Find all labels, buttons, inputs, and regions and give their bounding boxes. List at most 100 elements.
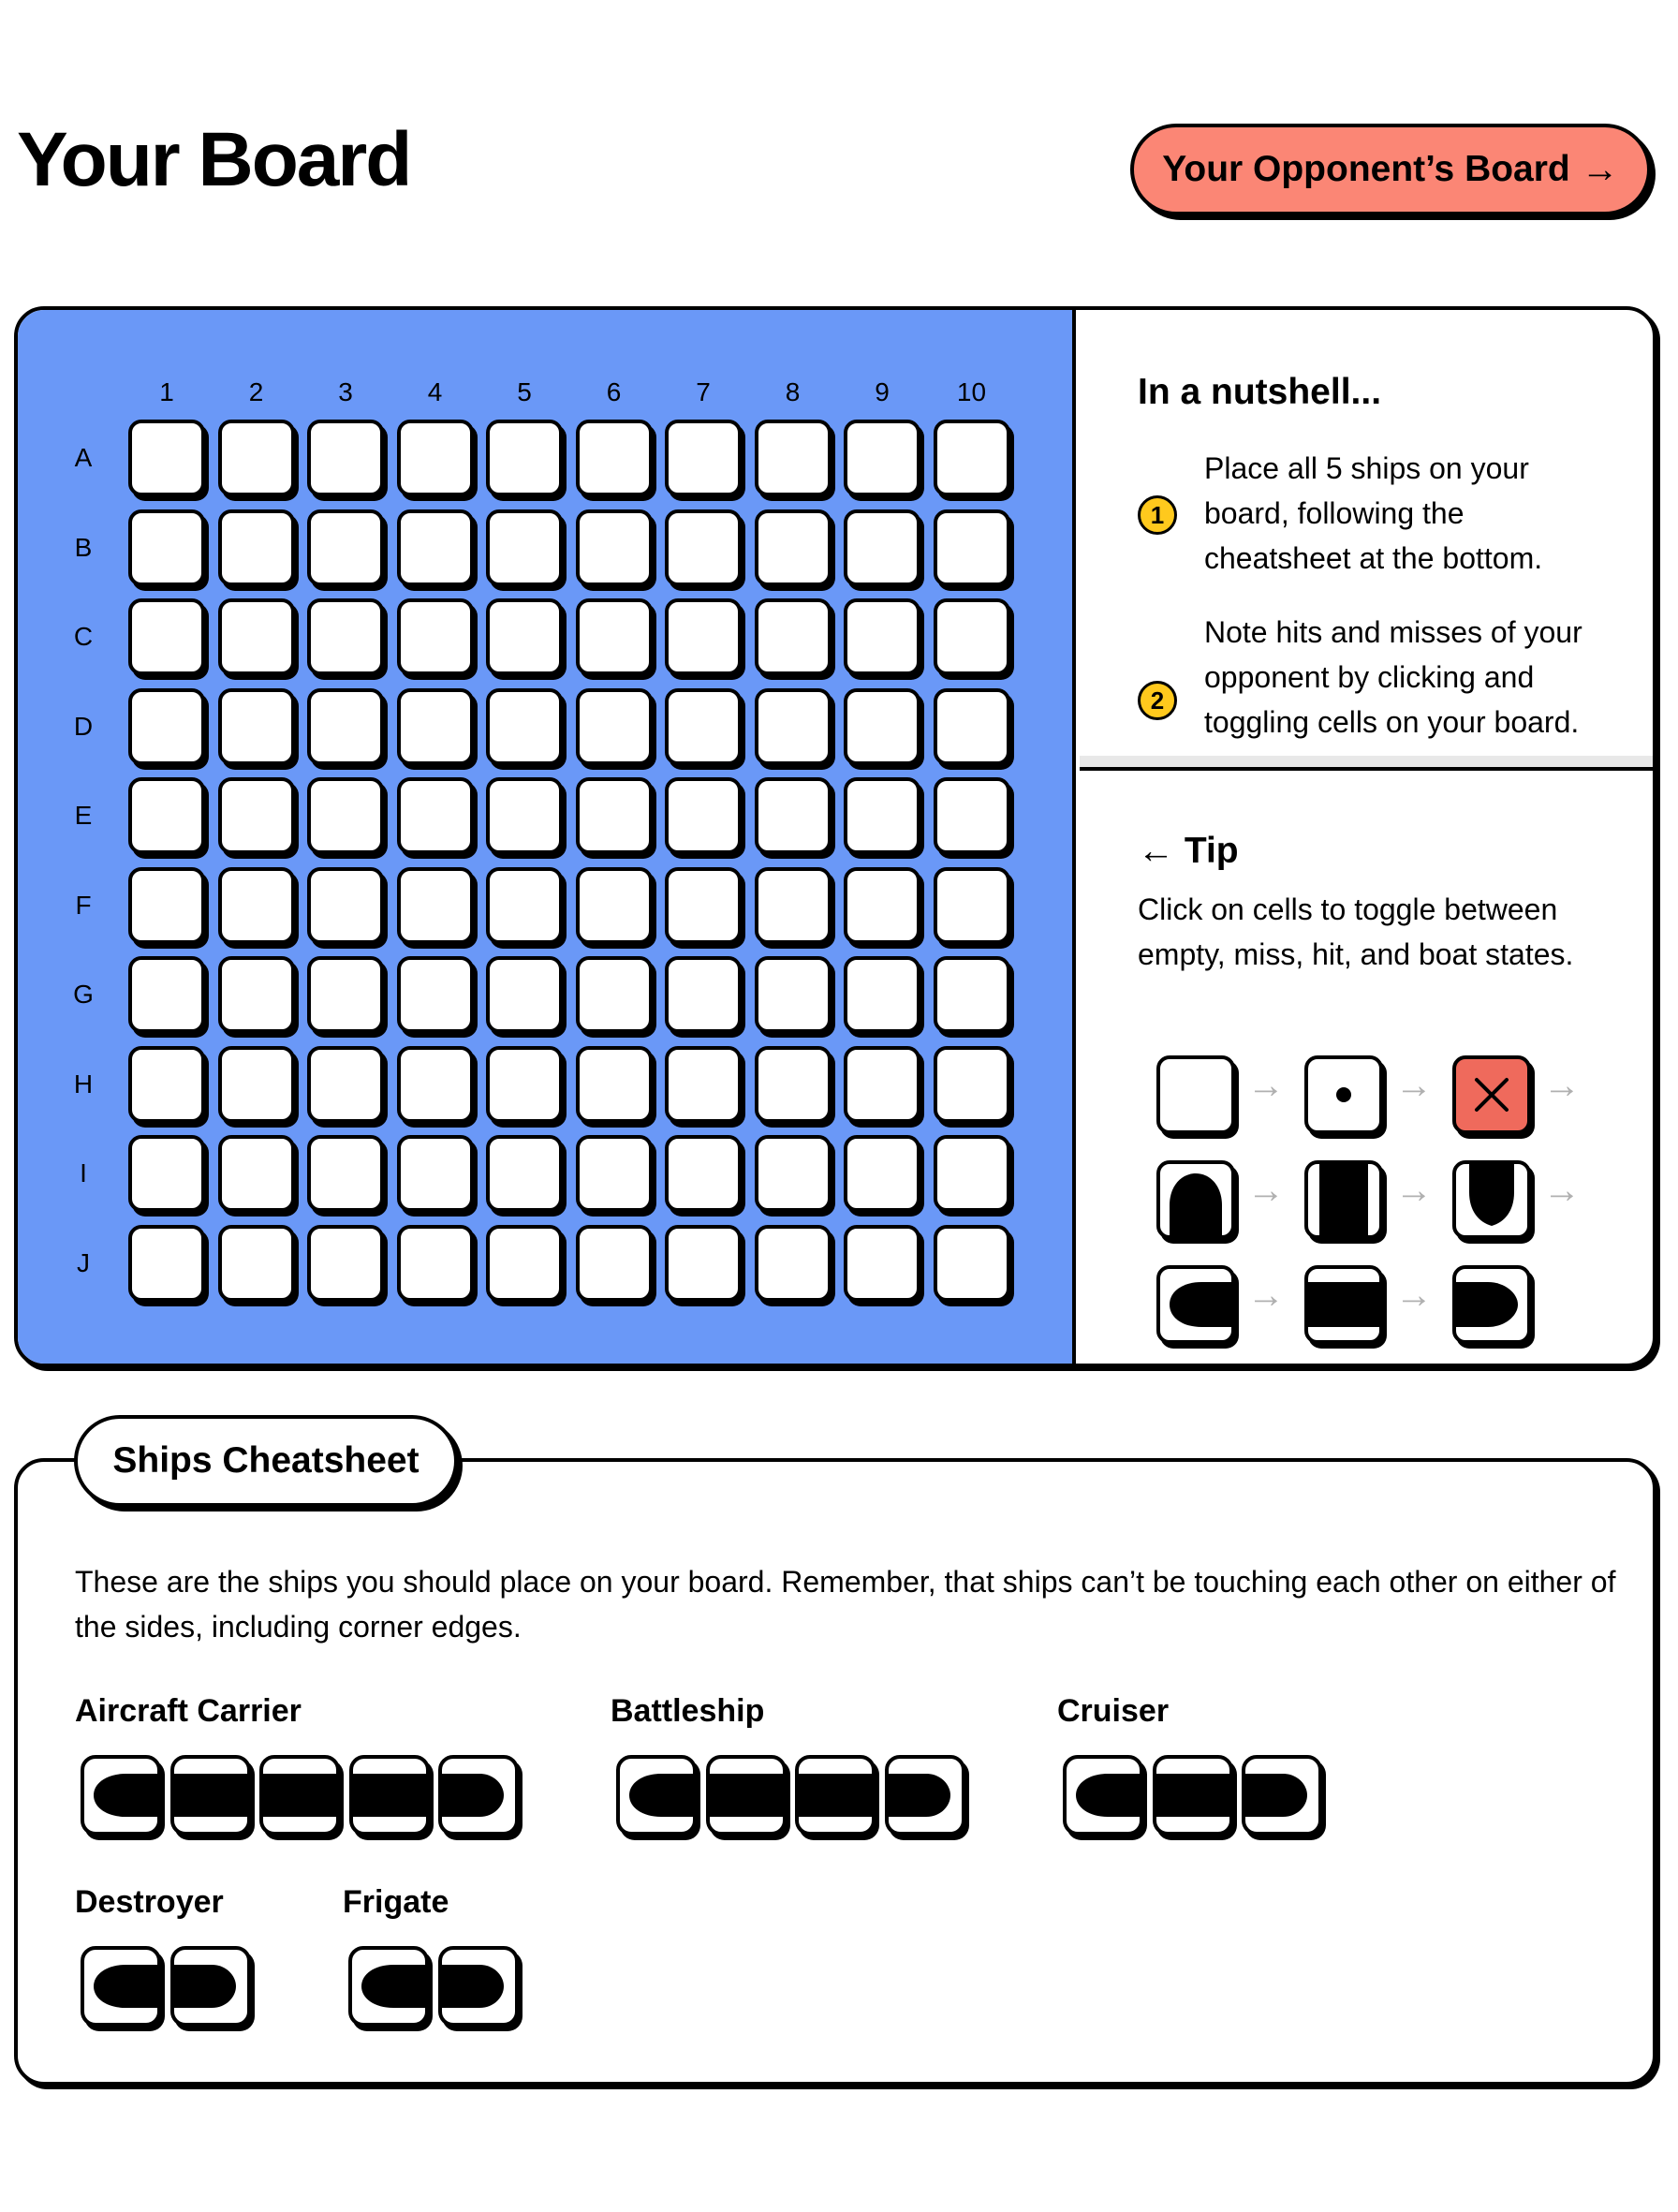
board-cell-b4[interactable] [396, 509, 474, 586]
board-cell-d7[interactable] [665, 687, 742, 765]
board-cell-a8[interactable] [754, 420, 832, 496]
board-cell-a5[interactable] [486, 420, 563, 496]
board-cell-j4[interactable] [396, 1224, 474, 1302]
board-cell-c3[interactable] [307, 598, 384, 675]
board-cell-d10[interactable] [933, 687, 1010, 765]
board-cell-j3[interactable] [307, 1224, 384, 1302]
board-cell-f7[interactable] [665, 866, 742, 944]
board-cell-h2[interactable] [217, 1045, 295, 1123]
board-cell-j9[interactable] [844, 1224, 920, 1302]
board-cell-h3[interactable] [307, 1045, 384, 1123]
board-cell-g4[interactable] [396, 956, 474, 1033]
board-cell-c10[interactable] [933, 598, 1010, 675]
board-cell-h5[interactable] [486, 1045, 563, 1123]
board-cell-h8[interactable] [754, 1045, 832, 1123]
opponent-board-button[interactable]: Your Opponent’s Board → [1130, 124, 1651, 215]
instructions-panel[interactable]: In a nutshell... 1 Place all 5 ships on … [1080, 310, 1653, 771]
board-cell-i8[interactable] [754, 1135, 832, 1212]
board-cell-f6[interactable] [575, 866, 653, 944]
board-cell-j10[interactable] [933, 1224, 1010, 1302]
board-cell-h6[interactable] [575, 1045, 653, 1123]
board-cell-b1[interactable] [128, 509, 205, 586]
board-cell-i10[interactable] [933, 1135, 1010, 1212]
board-cell-i2[interactable] [217, 1135, 295, 1212]
board-cell-g10[interactable] [933, 956, 1010, 1033]
board-cell-g1[interactable] [128, 956, 205, 1033]
board-cell-b6[interactable] [575, 509, 653, 586]
board-cell-c5[interactable] [486, 598, 563, 675]
board-cell-f4[interactable] [396, 866, 474, 944]
board-cell-a1[interactable] [128, 420, 205, 496]
board-cell-j2[interactable] [217, 1224, 295, 1302]
board-cell-j7[interactable] [665, 1224, 742, 1302]
board-cell-j5[interactable] [486, 1224, 563, 1302]
board-cell-d9[interactable] [844, 687, 920, 765]
board-cell-d5[interactable] [486, 687, 563, 765]
board-cell-b7[interactable] [665, 509, 742, 586]
board-cell-f2[interactable] [217, 866, 295, 944]
board-cell-f8[interactable] [754, 866, 832, 944]
board-cell-b10[interactable] [933, 509, 1010, 586]
board-cell-e2[interactable] [217, 777, 295, 854]
board-cell-c8[interactable] [754, 598, 832, 675]
board-cell-e8[interactable] [754, 777, 832, 854]
board-cell-i1[interactable] [128, 1135, 205, 1212]
board-cell-b2[interactable] [217, 509, 295, 586]
board-cell-a2[interactable] [217, 420, 295, 496]
board-cell-b9[interactable] [844, 509, 920, 586]
board-cell-j6[interactable] [575, 1224, 653, 1302]
board-cell-i7[interactable] [665, 1135, 742, 1212]
board-cell-j1[interactable] [128, 1224, 205, 1302]
board-cell-g8[interactable] [754, 956, 832, 1033]
board-cell-i5[interactable] [486, 1135, 563, 1212]
board-cell-b8[interactable] [754, 509, 832, 586]
board-cell-d6[interactable] [575, 687, 653, 765]
board-cell-g9[interactable] [844, 956, 920, 1033]
board-cell-f5[interactable] [486, 866, 563, 944]
board-cell-c7[interactable] [665, 598, 742, 675]
board-cell-h9[interactable] [844, 1045, 920, 1123]
board-cell-c2[interactable] [217, 598, 295, 675]
board-cell-g2[interactable] [217, 956, 295, 1033]
board-cell-a7[interactable] [665, 420, 742, 496]
board-cell-a9[interactable] [844, 420, 920, 496]
board-cell-c6[interactable] [575, 598, 653, 675]
board-cell-e4[interactable] [396, 777, 474, 854]
board-cell-d3[interactable] [307, 687, 384, 765]
board-cell-h10[interactable] [933, 1045, 1010, 1123]
board-cell-d4[interactable] [396, 687, 474, 765]
board-cell-a3[interactable] [307, 420, 384, 496]
board-cell-b3[interactable] [307, 509, 384, 586]
board-cell-b5[interactable] [486, 509, 563, 586]
board-cell-d2[interactable] [217, 687, 295, 765]
board-cell-i6[interactable] [575, 1135, 653, 1212]
board-cell-e9[interactable] [844, 777, 920, 854]
board-cell-a6[interactable] [575, 420, 653, 496]
board-cell-h7[interactable] [665, 1045, 742, 1123]
board-cell-e1[interactable] [128, 777, 205, 854]
board-cell-g7[interactable] [665, 956, 742, 1033]
board-cell-a10[interactable] [933, 420, 1010, 496]
board-cell-d8[interactable] [754, 687, 832, 765]
board-cell-f10[interactable] [933, 866, 1010, 944]
board-cell-c9[interactable] [844, 598, 920, 675]
board-cell-g6[interactable] [575, 956, 653, 1033]
board-cell-e7[interactable] [665, 777, 742, 854]
board-cell-f9[interactable] [844, 866, 920, 944]
board-cell-c1[interactable] [128, 598, 205, 675]
board-cell-f1[interactable] [128, 866, 205, 944]
board-cell-j8[interactable] [754, 1224, 832, 1302]
board-cell-e3[interactable] [307, 777, 384, 854]
board-cell-g5[interactable] [486, 956, 563, 1033]
board-cell-i3[interactable] [307, 1135, 384, 1212]
board-cell-h4[interactable] [396, 1045, 474, 1123]
board-cell-c4[interactable] [396, 598, 474, 675]
board-cell-e5[interactable] [486, 777, 563, 854]
board-cell-h1[interactable] [128, 1045, 205, 1123]
board-cell-f3[interactable] [307, 866, 384, 944]
board-cell-e10[interactable] [933, 777, 1010, 854]
board-cell-e6[interactable] [575, 777, 653, 854]
board-cell-i9[interactable] [844, 1135, 920, 1212]
board-cell-d1[interactable] [128, 687, 205, 765]
board-cell-g3[interactable] [307, 956, 384, 1033]
